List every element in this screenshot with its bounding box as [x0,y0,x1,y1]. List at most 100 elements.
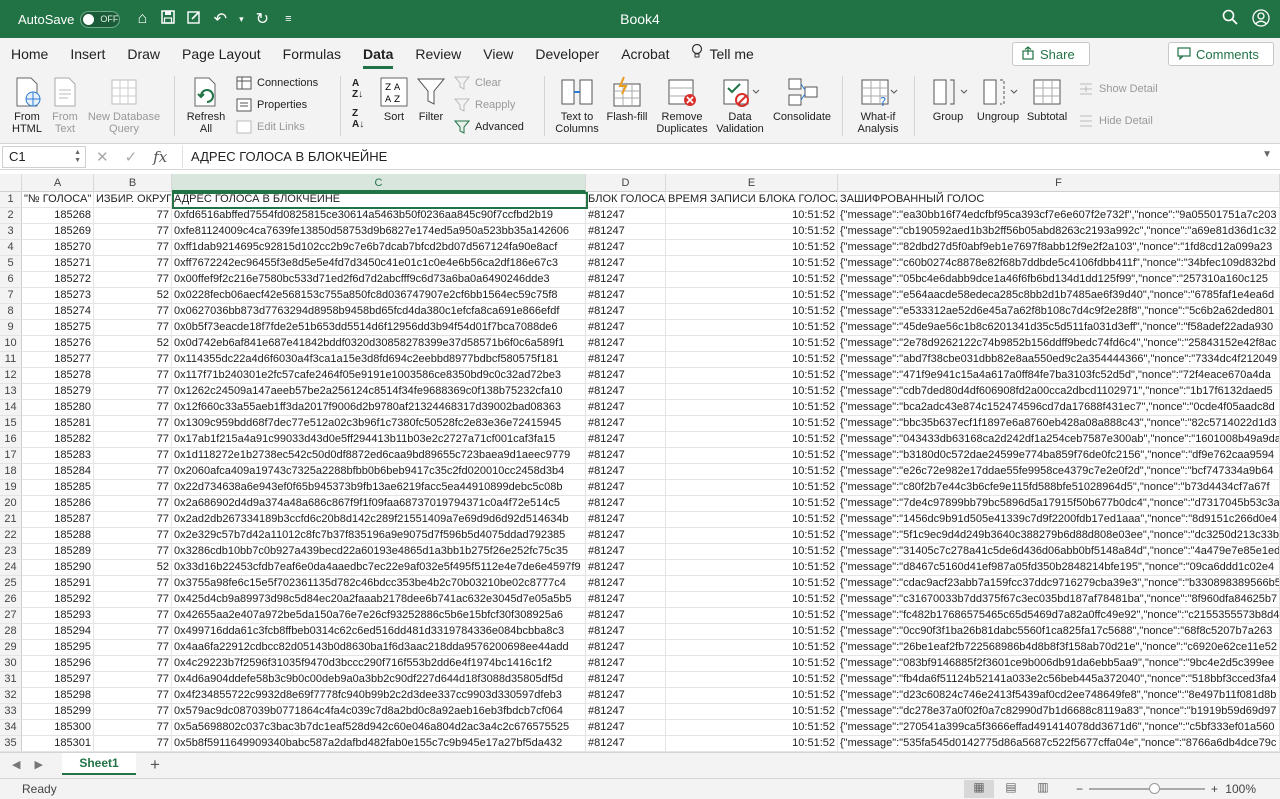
cell-b28[interactable]: 77 [94,624,172,640]
cell-b15[interactable]: 77 [94,416,172,432]
refresh-all-button[interactable]: Refresh All [184,76,228,135]
cell-e33[interactable]: 10:51:52 [666,704,838,720]
cell-b16[interactable]: 77 [94,432,172,448]
row-header[interactable]: 32 [0,688,22,704]
filter-button[interactable]: Filter [414,76,448,123]
cell-d10[interactable]: #81247 [586,336,666,352]
cell-f23[interactable]: {"message":"31405c7c278a41c5de6d436d06ab… [838,544,1280,560]
row-header[interactable]: 33 [0,704,22,720]
cell-c16[interactable]: 0x17ab1f215a4a91c99033d43d0e5ff294413b11… [172,432,586,448]
cell-a32[interactable]: 185298 [22,688,94,704]
cell-a31[interactable]: 185297 [22,672,94,688]
hide-detail-button[interactable]: Hide Detail [1078,114,1153,128]
cell-b3[interactable]: 77 [94,224,172,240]
cell-b17[interactable]: 77 [94,448,172,464]
cell-f18[interactable]: {"message":"e26c72e982e17ddae55fe9958ce4… [838,464,1280,480]
row-header[interactable]: 8 [0,304,22,320]
cell-f34[interactable]: {"message":"270541a399ca5f3666effad49141… [838,720,1280,736]
cell-f19[interactable]: {"message":"c80f2b7e44c3b6cfe9e115fd588b… [838,480,1280,496]
cell-c11[interactable]: 0x114355dc22a4d6f6030a4f3ca1a15e3d8fd694… [172,352,586,368]
cell-c14[interactable]: 0x12f660c33a55aeb1ff3da2017f9006d2b9780a… [172,400,586,416]
edit-links-button[interactable]: Edit Links [236,120,305,134]
row-header[interactable]: 3 [0,224,22,240]
cell-b13[interactable]: 77 [94,384,172,400]
cell-d23[interactable]: #81247 [586,544,666,560]
cell-e4[interactable]: 10:51:52 [666,240,838,256]
cell-b35[interactable]: 77 [94,736,172,752]
flash-fill-button[interactable]: Flash-fill [604,76,650,123]
cell-f8[interactable]: {"message":"e533312ae52d6e45a7a62f8b108c… [838,304,1280,320]
cell-f16[interactable]: {"message":"043433db63168ca2d242df1a254c… [838,432,1280,448]
subtotal-button[interactable]: Subtotal [1024,76,1070,123]
search-icon[interactable] [1222,9,1238,32]
cell-c31[interactable]: 0x4d6a904ddefe58b3c9b0c00deb9a0a3bb2c90d… [172,672,586,688]
cell-c21[interactable]: 0x2ad2db267334189b3ccfd6c20b8d142c289f21… [172,512,586,528]
cell-f31[interactable]: {"message":"fb4da6f51124b52141a033e2c56b… [838,672,1280,688]
cell-b30[interactable]: 77 [94,656,172,672]
sort-za-icon[interactable]: Z A↓ [352,108,364,130]
cell-e31[interactable]: 10:51:52 [666,672,838,688]
cell-e16[interactable]: 10:51:52 [666,432,838,448]
cell-e3[interactable]: 10:51:52 [666,224,838,240]
cell-f29[interactable]: {"message":"26be1eaf2fb722568986b4d8b8f3… [838,640,1280,656]
cell-d27[interactable]: #81247 [586,608,666,624]
cell-a7[interactable]: 185273 [22,288,94,304]
cell-d13[interactable]: #81247 [586,384,666,400]
cell-a27[interactable]: 185293 [22,608,94,624]
cell-b7[interactable]: 52 [94,288,172,304]
cell-c34[interactable]: 0x5a5698802c037c3bac3b7dc1eaf528d942c60e… [172,720,586,736]
cell-d26[interactable]: #81247 [586,592,666,608]
cell-f20[interactable]: {"message":"7de4c97899bb79bc5896d5a17915… [838,496,1280,512]
cell-e28[interactable]: 10:51:52 [666,624,838,640]
cell-d7[interactable]: #81247 [586,288,666,304]
cell-c26[interactable]: 0x425d4cb9a89973d98c5d84ec20a2faaab2178d… [172,592,586,608]
cell-e10[interactable]: 10:51:52 [666,336,838,352]
cell-a20[interactable]: 185286 [22,496,94,512]
cell-c22[interactable]: 0x2e329c57b7d42a11012c8fc7b37f835196a9e9… [172,528,586,544]
row-header[interactable]: 16 [0,432,22,448]
cell-a14[interactable]: 185280 [22,400,94,416]
cell-e26[interactable]: 10:51:52 [666,592,838,608]
cell-e24[interactable]: 10:51:52 [666,560,838,576]
cell-f7[interactable]: {"message":"e564aacde58edeca285c8bb2d1b7… [838,288,1280,304]
properties-button[interactable]: Properties [236,98,307,112]
tell-me-box[interactable]: Tell me [680,38,764,70]
cell-f22[interactable]: {"message":"5f1c9ec9d4d249b3640c388279b6… [838,528,1280,544]
cell-c15[interactable]: 0x1309c959bdd68f7dec77e512a02c3b96f1c738… [172,416,586,432]
tab-developer[interactable]: Developer [524,38,610,70]
cell-c18[interactable]: 0x2060afca409a19743c7325a2288bfbb0b6beb9… [172,464,586,480]
autosave-toggle[interactable]: OFF [80,10,121,28]
row-header[interactable]: 10 [0,336,22,352]
consolidate-button[interactable]: Consolidate [772,76,832,123]
cell-b31[interactable]: 77 [94,672,172,688]
cell-f32[interactable]: {"message":"d23c60824c746e2413f5439af0cd… [838,688,1280,704]
cell-b21[interactable]: 77 [94,512,172,528]
ungroup-button[interactable]: Ungroup [974,76,1022,123]
cell-f27[interactable]: {"message":"fc482b17686575465c65d5469d7a… [838,608,1280,624]
cell-a21[interactable]: 185287 [22,512,94,528]
cell-f5[interactable]: {"message":"c60b0274c8878e82f68b7ddbde5c… [838,256,1280,272]
cell-c1[interactable]: АДРЕС ГОЛОСА В БЛОКЧЕЙНЕ [172,192,586,208]
cell-f2[interactable]: {"message":"ea30bb16f74edcfbf95ca393cf7e… [838,208,1280,224]
cell-d28[interactable]: #81247 [586,624,666,640]
cell-a10[interactable]: 185276 [22,336,94,352]
cell-b14[interactable]: 77 [94,400,172,416]
normal-view-icon[interactable]: ▦ [964,780,994,798]
row-header[interactable]: 25 [0,576,22,592]
undo-dropdown-icon[interactable]: ▾ [236,14,246,25]
cancel-icon[interactable]: ✕ [96,148,109,166]
cell-e22[interactable]: 10:51:52 [666,528,838,544]
cell-c29[interactable]: 0x4aa6fa22912cdbcc82d05143b0d8630ba1f6d3… [172,640,586,656]
cell-d15[interactable]: #81247 [586,416,666,432]
cell-d31[interactable]: #81247 [586,672,666,688]
cell-b29[interactable]: 77 [94,640,172,656]
group-button[interactable]: Group [924,76,972,123]
row-header[interactable]: 15 [0,416,22,432]
cell-c3[interactable]: 0xfe81124009c4ca7639fe13850d58753d9b6827… [172,224,586,240]
cell-f11[interactable]: {"message":"abd7f38cbe031dbb82e8aa550ed9… [838,352,1280,368]
row-header[interactable]: 27 [0,608,22,624]
cell-d30[interactable]: #81247 [586,656,666,672]
row-header[interactable]: 5 [0,256,22,272]
row-header[interactable]: 11 [0,352,22,368]
cell-d5[interactable]: #81247 [586,256,666,272]
